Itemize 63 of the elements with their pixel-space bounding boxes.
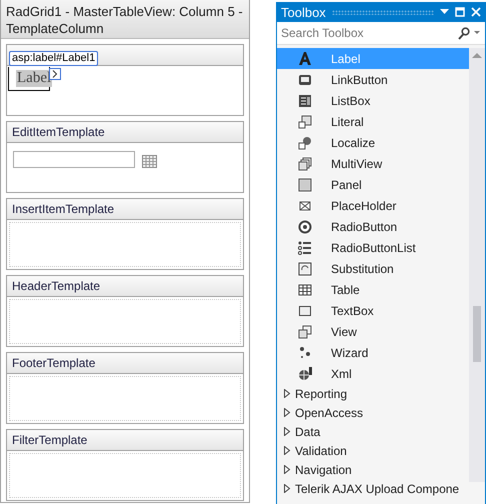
template-title: FilterTemplate [12,433,88,447]
category-header[interactable]: Navigation [277,460,469,479]
category-header[interactable]: Data [277,422,469,441]
expand-icon[interactable] [284,484,291,493]
toolbox-item[interactable]: RadioButtonList [277,237,469,258]
control-icon [297,92,313,108]
toolbox-item[interactable]: MultiView [277,153,469,174]
dropdown-icon[interactable] [473,30,482,36]
close-icon[interactable] [471,7,481,17]
toolbox-item[interactable]: Literal [277,111,469,132]
control-icon [297,324,313,340]
control-icon [297,156,313,172]
chevron-icon [52,70,58,78]
control-tag: asp:label#Label1 [9,51,98,66]
category-header[interactable]: Validation [277,441,469,460]
toolbox-item[interactable]: ListBox [277,90,469,111]
scrollbar[interactable] [469,48,485,482]
search-bar[interactable]: Search Toolbox [277,22,485,45]
control-icon [297,134,313,150]
category-header[interactable]: OpenAccess [277,403,469,422]
toolbox-item[interactable]: Localize [277,132,469,153]
toolbox-item[interactable]: Table [277,279,469,300]
expand-icon[interactable] [284,465,291,474]
control-icon [297,50,313,66]
control-icon [297,366,313,382]
toolbox-item[interactable]: Panel [277,174,469,195]
scroll-thumb[interactable] [473,306,481,362]
search-icon[interactable] [458,26,470,40]
template-title: HeaderTemplate [12,279,100,293]
category-header[interactable]: Reporting [277,384,469,403]
expand-icon[interactable] [284,389,291,398]
expand-icon[interactable] [284,427,291,436]
toolbox-title: Toolbox [281,4,326,20]
toolbox-item[interactable]: LinkButton [277,69,469,90]
dropdown-icon[interactable] [440,9,449,15]
maximize-icon[interactable] [455,7,465,17]
toolbox-item[interactable]: Xml [277,363,469,384]
designer-title: RadGrid1 - MasterTableView: Column 5 - TemplateColumn [1,0,249,39]
toolbox-item[interactable]: RadioButton [277,216,469,237]
toolbox-item[interactable]: PlaceHolder [277,195,469,216]
toolbox-item[interactable]: Wizard [277,342,469,363]
control-icon [297,240,313,256]
category-header[interactable]: Telerik AJAX Upload Compone [277,479,469,498]
expand-icon[interactable] [284,446,291,455]
toolbox-item[interactable]: Substitution [277,258,469,279]
control-icon [297,344,313,360]
control-icon [297,282,313,298]
smart-tag-button[interactable] [49,68,61,80]
search-field[interactable]: Search Toolbox [281,26,458,40]
expand-icon[interactable] [284,408,291,417]
input-field[interactable] [13,151,135,168]
control-icon [297,218,313,234]
toolbox-item[interactable]: View [277,321,469,342]
control-icon [297,176,313,192]
template-title: EditItemTemplate [12,125,105,139]
scroll-up-icon[interactable] [472,52,482,58]
toolbox-item[interactable]: TextBox [277,300,469,321]
control-icon [297,114,313,130]
template-title: FooterTemplate [12,356,96,370]
calendar-icon[interactable] [142,155,157,168]
template-title: InsertItemTemplate [12,202,114,216]
label-control[interactable]: Label [16,70,52,87]
control-icon [297,260,313,276]
